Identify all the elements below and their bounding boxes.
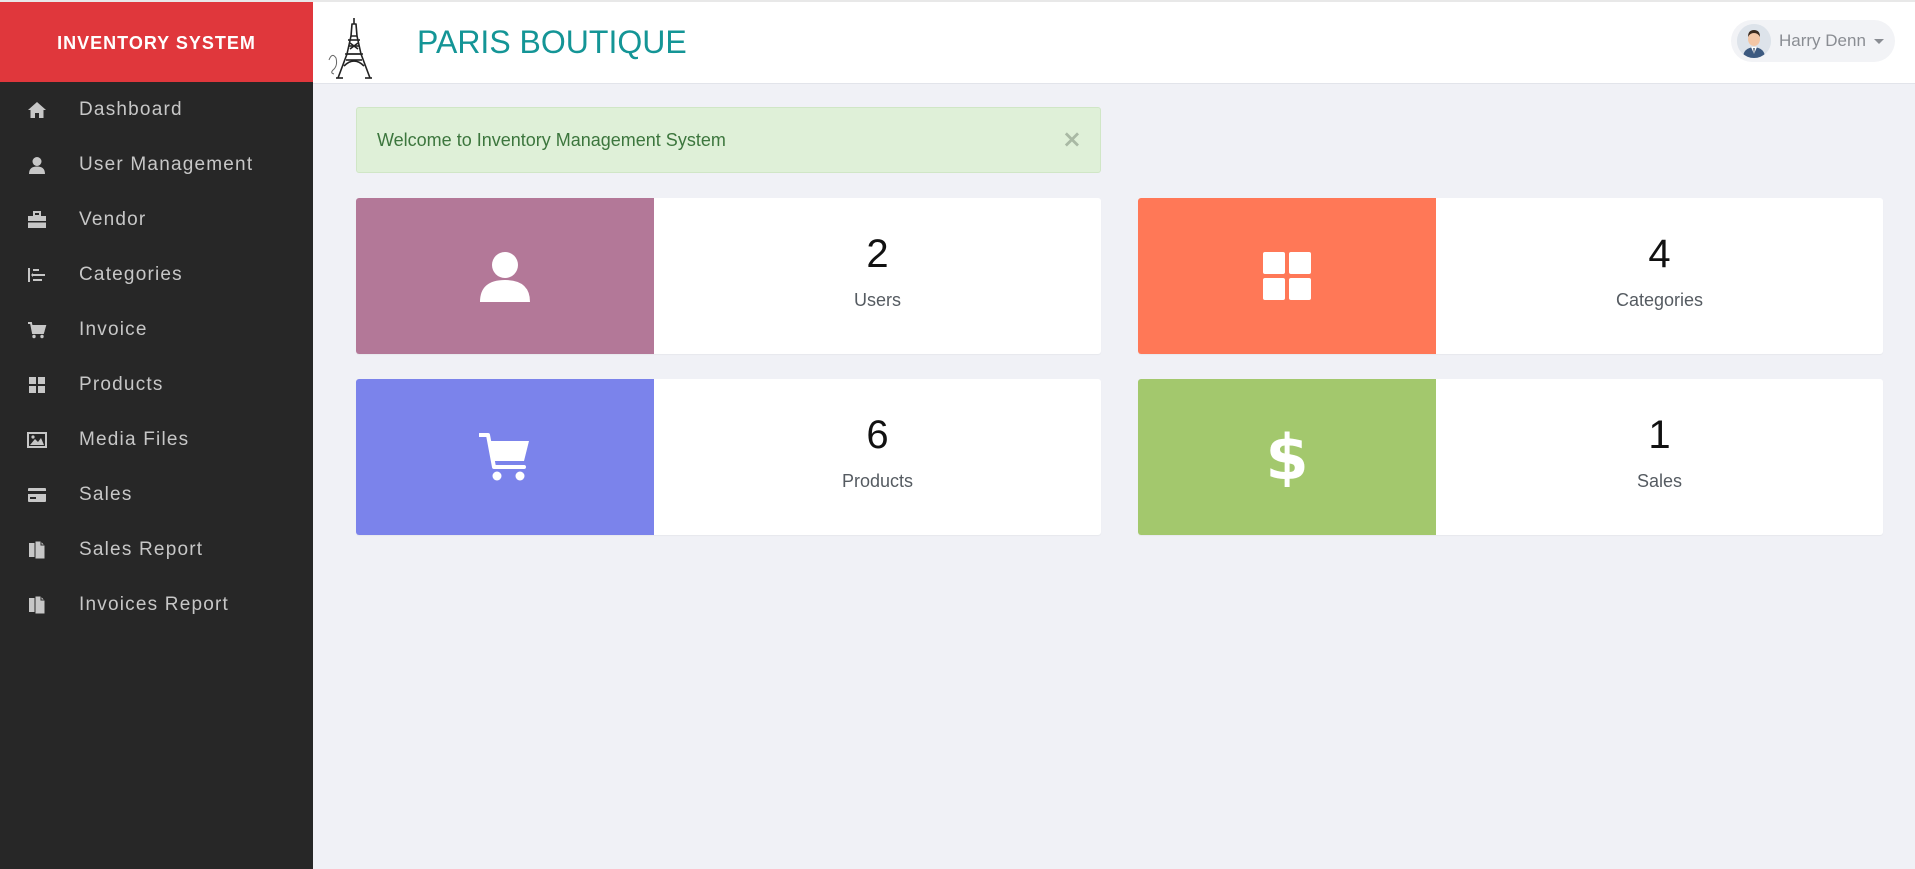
- briefcase-icon: [26, 209, 48, 231]
- user-icon: [26, 154, 48, 176]
- indent-icon: [26, 264, 48, 286]
- sidebar-item-label: User Management: [79, 153, 254, 175]
- stat-label: Products: [841, 471, 914, 491]
- stat-card-sales[interactable]: $ 1 Sales: [1138, 379, 1883, 535]
- sidebar-item-products[interactable]: Products: [0, 357, 313, 412]
- sidebar-item-label: Sales Report: [79, 538, 204, 560]
- copy-icon: [26, 539, 48, 561]
- stat-value: 4: [1648, 232, 1671, 276]
- stat-card-categories[interactable]: 4 Categories: [1138, 198, 1883, 354]
- copy-icon: [26, 594, 48, 616]
- image-icon: [26, 429, 48, 451]
- sidebar-item-sales[interactable]: Sales: [0, 467, 313, 522]
- svg-text:$: $: [1267, 427, 1307, 487]
- user-menu-dropdown[interactable]: Harry Denn: [1731, 20, 1895, 62]
- chevron-down-icon: [1873, 38, 1884, 44]
- stat-value: 2: [866, 232, 889, 276]
- sidebar-item-user-management[interactable]: User Management: [0, 137, 313, 192]
- sidebar-item-label: Invoices Report: [79, 593, 230, 615]
- sidebar-item-label: Sales: [79, 483, 133, 505]
- top-header: INVENTORY SYSTEM PARIS BOUTIQUE Harry De…: [0, 0, 1915, 84]
- shop-title: PARIS BOUTIQUE: [417, 24, 687, 60]
- cart-icon: [356, 379, 654, 535]
- sidebar-item-sales-report[interactable]: Sales Report: [0, 522, 313, 577]
- sidebar-item-label: Products: [79, 373, 164, 395]
- sidebar-item-label: Media Files: [79, 428, 190, 450]
- stat-value: 1: [1648, 413, 1671, 457]
- grid-icon: [26, 374, 48, 396]
- sidebar-item-label: Categories: [79, 263, 183, 285]
- home-icon: [26, 99, 48, 121]
- stat-label: Users: [853, 290, 901, 310]
- sidebar-item-categories[interactable]: Categories: [0, 247, 313, 302]
- sidebar-item-media-files[interactable]: Media Files: [0, 412, 313, 467]
- user-icon: [356, 198, 654, 354]
- alert-message: Welcome to Inventory Management System: [377, 130, 726, 150]
- eiffel-tower-icon: [326, 16, 380, 80]
- stat-label: Sales: [1636, 471, 1683, 491]
- sidebar-item-invoice[interactable]: Invoice: [0, 302, 313, 357]
- stat-card-users[interactable]: 2 Users: [356, 198, 1101, 354]
- brand-title: INVENTORY SYSTEM: [57, 32, 256, 53]
- sidebar-nav: Dashboard User Management Vendor Categor…: [0, 82, 313, 869]
- sidebar-item-label: Dashboard: [79, 98, 183, 120]
- stat-value: 6: [866, 413, 889, 457]
- brand-panel[interactable]: INVENTORY SYSTEM: [0, 2, 313, 84]
- sidebar-item-dashboard[interactable]: Dashboard: [0, 82, 313, 137]
- credit-card-icon: [26, 484, 48, 506]
- welcome-alert: Welcome to Inventory Management System ×: [356, 107, 1101, 173]
- dollar-icon: $: [1138, 379, 1436, 535]
- user-avatar: [1737, 24, 1771, 58]
- cart-icon: [26, 319, 48, 341]
- close-icon[interactable]: ×: [1062, 125, 1082, 153]
- user-name: Harry Denn: [1779, 31, 1866, 50]
- grid-icon: [1138, 198, 1436, 354]
- sidebar-item-label: Invoice: [79, 318, 148, 340]
- stat-label: Categories: [1615, 290, 1704, 310]
- sidebar-item-invoices-report[interactable]: Invoices Report: [0, 577, 313, 632]
- stat-card-products[interactable]: 6 Products: [356, 379, 1101, 535]
- sidebar-item-vendor[interactable]: Vendor: [0, 192, 313, 247]
- sidebar-item-label: Vendor: [79, 208, 147, 230]
